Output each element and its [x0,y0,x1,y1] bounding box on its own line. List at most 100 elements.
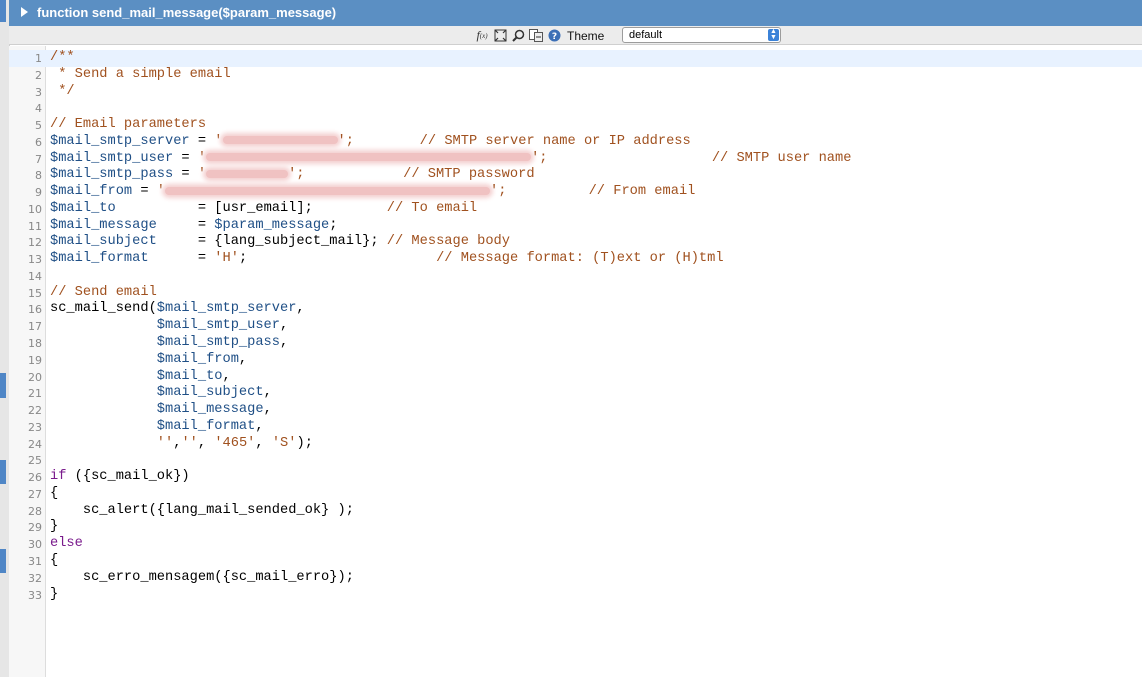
line-number: 29 [28,521,42,535]
code-token: ' [197,167,207,183]
code-line[interactable]: 23 $mail_format, [9,419,1142,436]
code-line[interactable]: 24 '','', '465', 'S'); [9,436,1142,453]
code-line[interactable]: 22 $mail_message, [9,402,1142,419]
code-text: $mail_from, [50,352,247,369]
code-token: $mail_subject [50,234,157,250]
replace-icon[interactable] [529,29,543,43]
code-token: = [189,133,215,149]
code-line[interactable]: 18 $mail_smtp_pass, [9,335,1142,352]
code-token: , [197,435,215,451]
code-line[interactable]: 15 // Send email [9,285,1142,302]
code-token: ' [156,184,166,200]
code-token: sc_alert({lang_mail_sended_ok} ); [50,502,354,518]
collapse-triangle-icon[interactable] [21,7,28,17]
line-number: 30 [28,538,42,552]
code-token: , [296,301,305,317]
line-number: 22 [28,404,42,418]
line-number: 3 [35,85,42,99]
code-token: // From email [588,184,696,200]
line-number: 15 [28,286,42,300]
code-token: , [280,318,289,334]
function-title: function send_mail_message($param_messag… [37,5,337,20]
code-line[interactable]: 13 $mail_format = 'H'; // Message format:… [9,251,1142,268]
code-token: // SMTP user name [711,150,852,166]
fullscreen-icon[interactable] [493,29,507,43]
code-line[interactable]: 12 $mail_subject = {lang_subject_mail}; /… [9,234,1142,251]
code-line[interactable]: 4 [9,100,1142,117]
code-line[interactable]: 2 * Send a simple email [9,67,1142,84]
code-line[interactable]: 6 $mail_smtp_server = ' '; // SMTP server … [9,134,1142,151]
line-number: 11 [28,219,42,233]
code-line[interactable]: 3 */ [9,84,1142,101]
code-line[interactable]: 10 $mail_to = [usr_email]; // To email [9,201,1142,218]
line-number: 24 [28,437,42,451]
code-line[interactable]: 19 $mail_from, [9,352,1142,369]
code-token: , [280,335,289,351]
code-line[interactable]: 33} [9,587,1142,604]
theme-select[interactable]: default ▲ ▼ [622,27,781,43]
code-editor[interactable]: 1/** 2 * Send a simple email 3 */4 5// Emai… [9,46,1142,677]
line-number: 8 [35,169,42,183]
code-line[interactable]: 25 [9,452,1142,469]
line-number: 2 [35,68,42,82]
code-lines: 1/** 2 * Send a simple email 3 */4 5// Emai… [9,50,1142,603]
editor-toolbar: f (x) ? Theme default ▲ ▼ [9,26,1142,45]
code-line[interactable]: 29} [9,519,1142,536]
search-icon[interactable] [511,29,525,43]
code-line[interactable]: 32 sc_erro_mensagem({sc_mail_erro}); [9,570,1142,587]
code-line[interactable]: 14 [9,268,1142,285]
code-line[interactable]: 21 $mail_subject, [9,385,1142,402]
line-number: 5 [35,119,42,133]
redacted-value [206,152,532,161]
code-token: = [173,150,198,166]
line-number: 12 [28,236,42,250]
code-token: */ [50,83,75,99]
function-icon[interactable]: f (x) [475,28,489,43]
code-line[interactable]: 28 sc_alert({lang_mail_sended_ok} ); [9,503,1142,520]
line-number: 20 [28,370,42,384]
line-number: 31 [28,554,42,568]
code-line[interactable]: 27 { [9,486,1142,503]
code-line[interactable]: 9 $mail_from = ' '; // From email [9,184,1142,201]
code-token: // SMTP password [403,167,535,183]
code-text: */ [50,83,75,101]
code-token: $mail_format [156,418,256,434]
line-number: 16 [28,303,42,317]
code-line[interactable]: 20 $mail_to, [9,369,1142,386]
line-number: 13 [28,253,42,267]
code-text: sc_alert({lang_mail_sended_ok} ); [50,503,354,520]
rail-marker [0,549,6,573]
code-line[interactable]: 8 $mail_smtp_pass = ' '; // SMTP password [9,167,1142,184]
code-line[interactable]: 5 // Email parameters [9,117,1142,134]
code-token: $mail_message [156,402,264,418]
code-line[interactable]: 11 $mail_message = $param_message; [9,218,1142,235]
code-line[interactable]: 26 if ({sc_mail_ok}) [9,469,1142,486]
code-text: $mail_smtp_user = ' '; // SMTP user name [50,151,851,168]
code-line[interactable]: 30 else [9,536,1142,553]
code-token: $mail_message [50,217,157,233]
line-number: 10 [28,202,42,216]
code-line[interactable]: 16 sc_mail_send($mail_smtp_server, [9,301,1142,318]
code-text: $mail_subject = {lang_subject_mail}; // … [50,234,510,251]
code-line[interactable]: 31 { [9,553,1142,570]
function-title-bar[interactable]: function send_mail_message($param_messag… [9,0,1142,26]
code-line[interactable]: 17 $mail_smtp_user, [9,318,1142,335]
code-token: $mail_subject [156,385,264,401]
redacted-value [165,186,491,195]
line-number: 32 [28,571,42,585]
code-token: , [238,351,248,367]
code-token: , [263,402,272,418]
redacted-value [206,169,289,178]
code-token: , [255,418,264,434]
code-line[interactable]: 1 /** [9,50,1142,67]
code-line[interactable]: 7 $mail_smtp_user = ' '; // SMTP user name [9,151,1142,168]
chevron-updown-icon: ▲ ▼ [768,28,779,41]
code-token: '; [288,167,305,183]
help-icon[interactable]: ? [547,29,561,43]
